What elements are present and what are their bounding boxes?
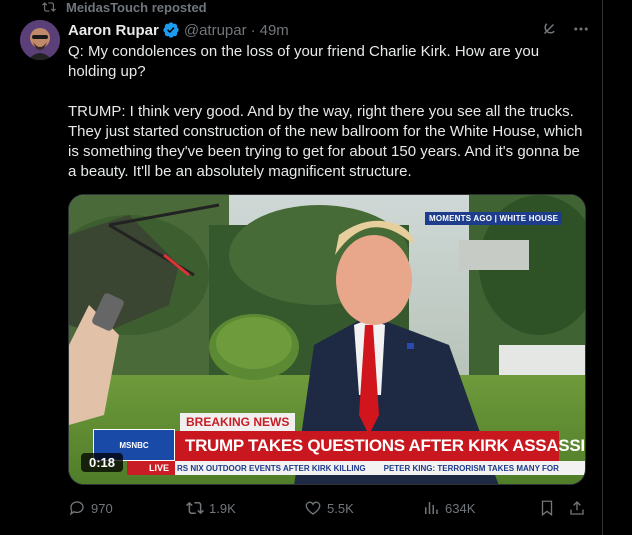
grok-icon[interactable] — [540, 20, 558, 38]
bookmark-icon — [541, 500, 553, 517]
reply-button[interactable]: 970 — [68, 498, 113, 518]
analytics-icon — [425, 502, 438, 514]
breaking-news-label: BREAKING NEWS — [180, 413, 296, 431]
reply-icon — [69, 501, 84, 516]
post-time[interactable]: 49m — [260, 22, 289, 39]
repost-icon — [42, 2, 56, 12]
more-options-icon[interactable] — [572, 20, 590, 38]
repost-count: 1.9K — [209, 500, 236, 516]
heart-icon — [305, 501, 321, 515]
tweet-header: Aaron Rupar @atrupar · 49m — [68, 20, 289, 40]
tweet-post[interactable]: MeidasTouch reposted Aaron Rupar @atrupa… — [0, 0, 603, 535]
tweet-answer: TRUMP: I think very good. And by the way… — [68, 103, 583, 180]
reply-count: 970 — [91, 500, 113, 516]
ticker-item-1: RS NIX OUTDOOR EVENTS AFTER KIRK KILLING — [177, 463, 366, 473]
repost-action-icon — [186, 501, 204, 515]
tweet-question: Q: My condolences on the loss of your fr… — [68, 43, 540, 80]
repost-label[interactable]: MeidasTouch reposted — [66, 0, 207, 15]
separator-dot: · — [250, 21, 256, 39]
repost-indicator: MeidasTouch reposted — [42, 0, 207, 15]
share-button[interactable] — [568, 498, 586, 518]
tweet-text: Q: My condolences on the loss of your fr… — [68, 42, 588, 182]
author-handle[interactable]: @atrupar — [184, 22, 247, 39]
chyron-headline: TRUMP TAKES QUESTIONS AFTER KIRK ASSASSI… — [175, 431, 585, 461]
views-button[interactable]: 634K — [422, 498, 475, 518]
action-bar: 970 1.9K 5.5K 634K — [68, 498, 588, 518]
share-icon — [570, 501, 584, 515]
live-label: LIVE — [127, 461, 175, 475]
moments-ago-tag: MOMENTS AGO | WHITE HOUSE — [425, 212, 563, 225]
repost-button[interactable]: 1.9K — [186, 498, 236, 518]
video-timestamp: 0:18 — [81, 453, 124, 472]
verified-badge-icon — [163, 22, 179, 38]
ticker-item-2: PETER KING: TERRORISM TAKES MANY FOR — [383, 463, 559, 473]
news-ticker: RS NIX OUTDOOR EVENTS AFTER KIRK KILLING… — [175, 461, 585, 475]
like-button[interactable]: 5.5K — [304, 498, 354, 518]
like-count: 5.5K — [327, 500, 354, 516]
bookmark-button[interactable] — [538, 498, 556, 518]
author-name[interactable]: Aaron Rupar — [68, 22, 159, 39]
video-player[interactable]: MOMENTS AGO | WHITE HOUSE BREAKING NEWS … — [68, 194, 586, 485]
view-count: 634K — [445, 500, 476, 516]
avatar[interactable] — [20, 20, 60, 60]
